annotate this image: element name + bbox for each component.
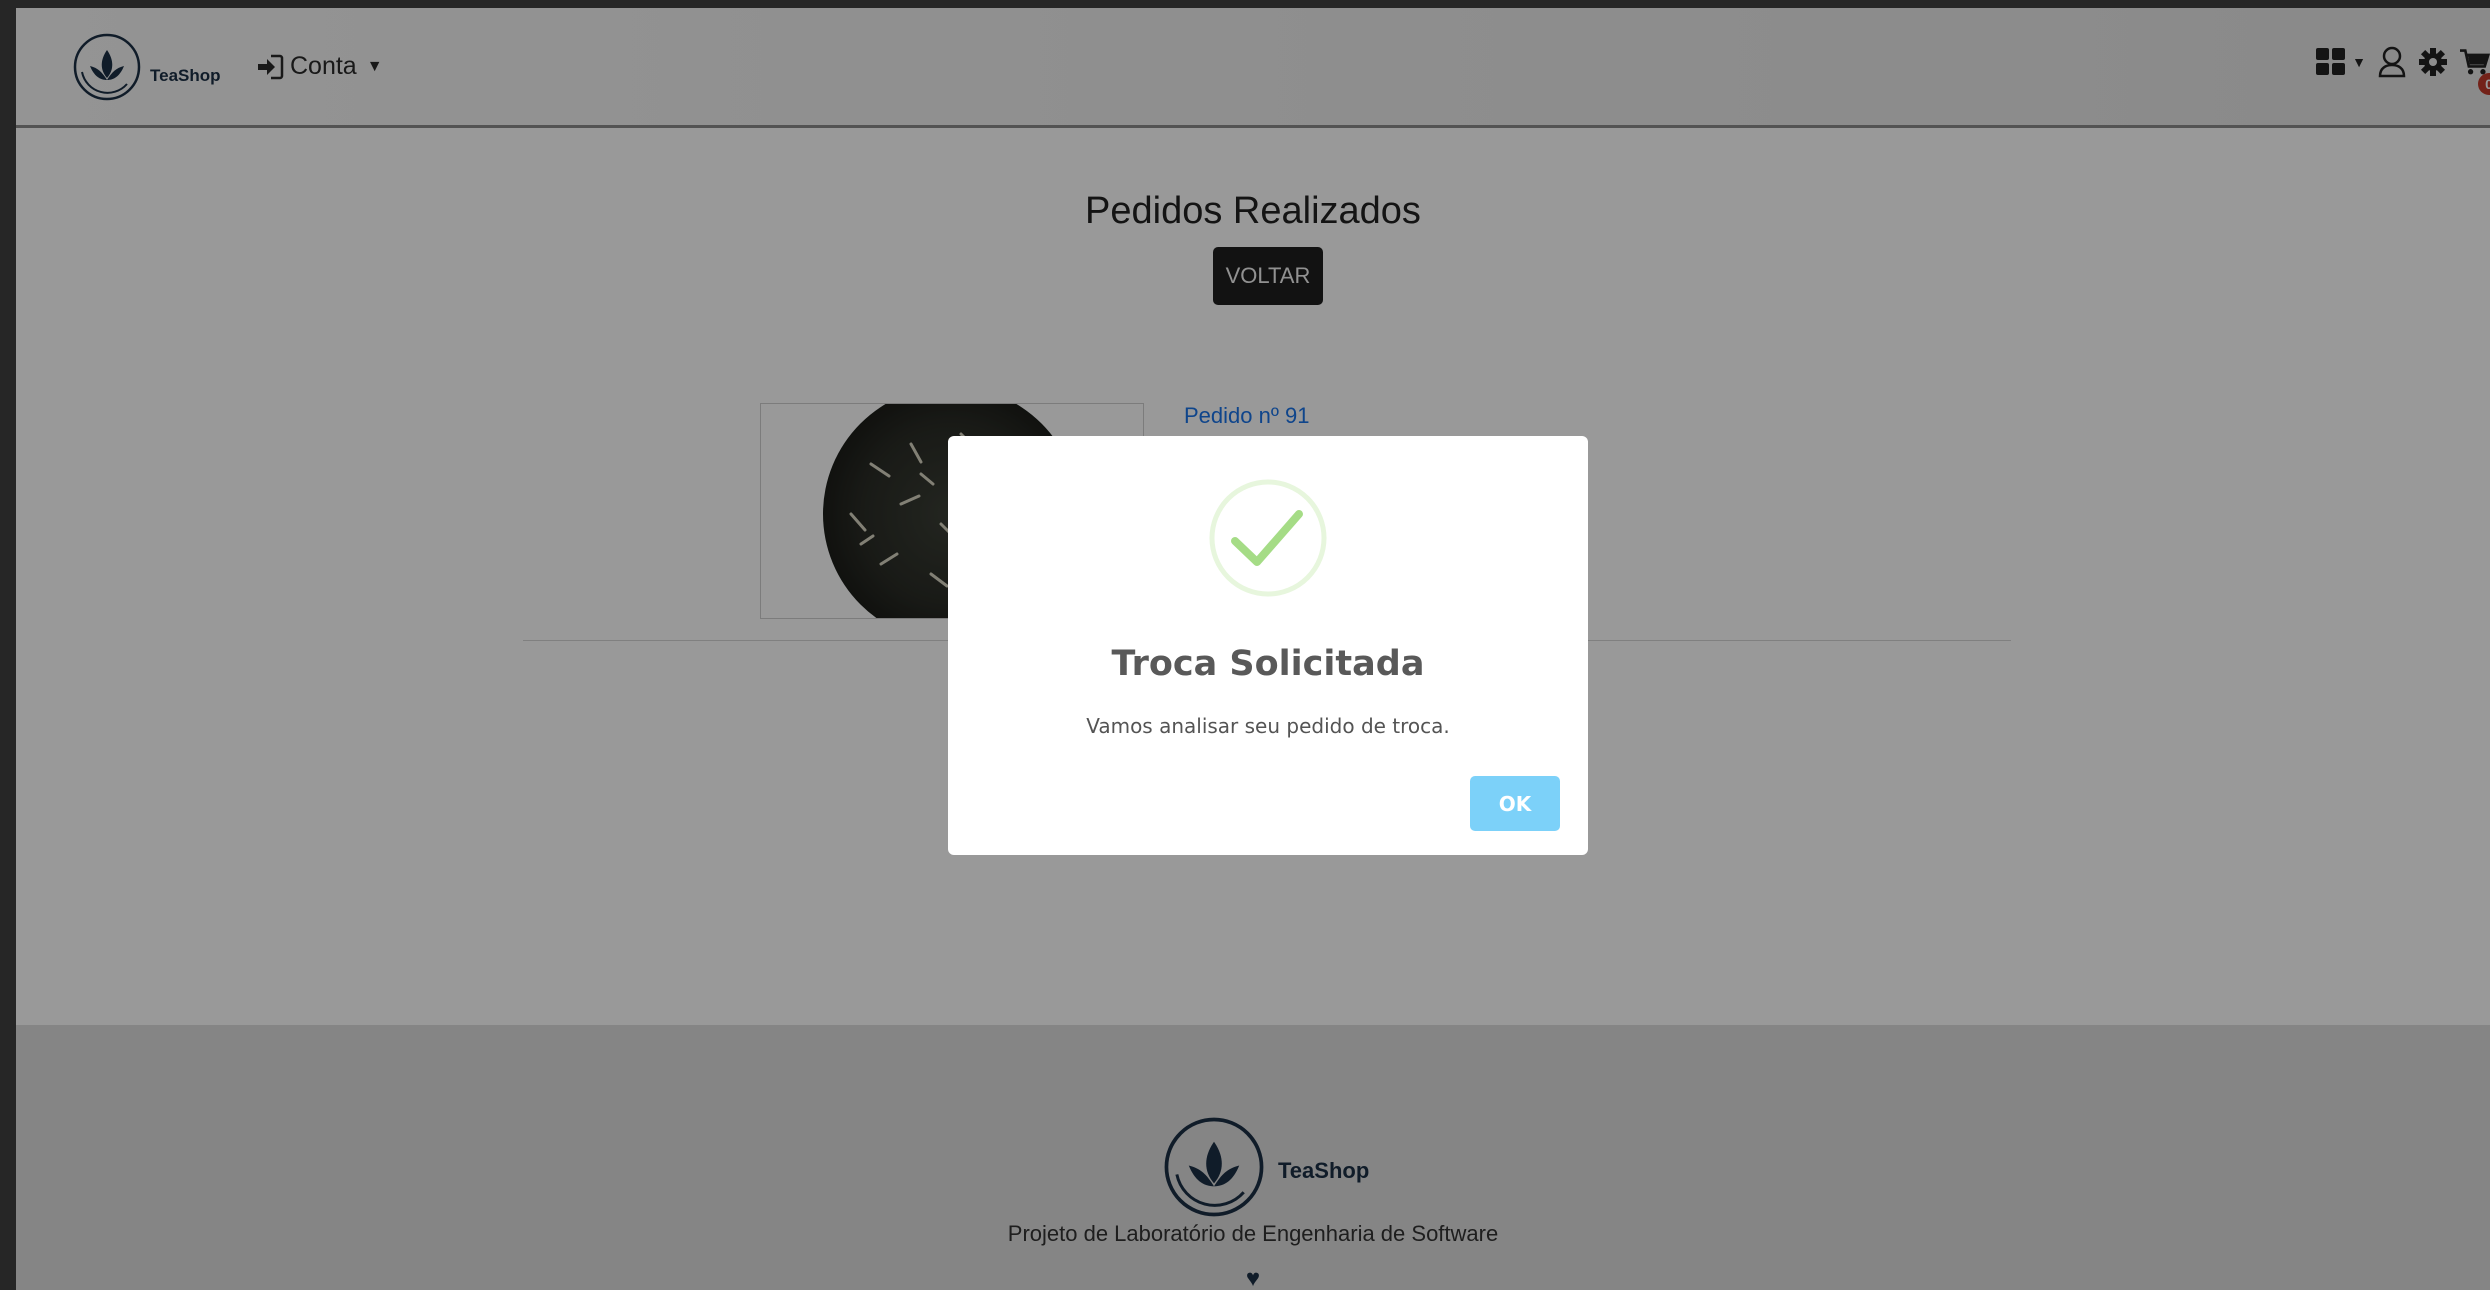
modal-message: Vamos analisar seu pedido de troca. — [1086, 714, 1450, 738]
browser-viewport: TeaShop Conta ▼ ▼ 0 Pedidos Realizados V… — [16, 8, 2490, 1290]
success-dialog: Troca Solicitada Vamos analisar seu pedi… — [948, 436, 1588, 855]
ok-button[interactable]: OK — [1470, 776, 1560, 831]
success-check-icon — [1209, 479, 1327, 597]
modal-title: Troca Solicitada — [1111, 644, 1425, 684]
